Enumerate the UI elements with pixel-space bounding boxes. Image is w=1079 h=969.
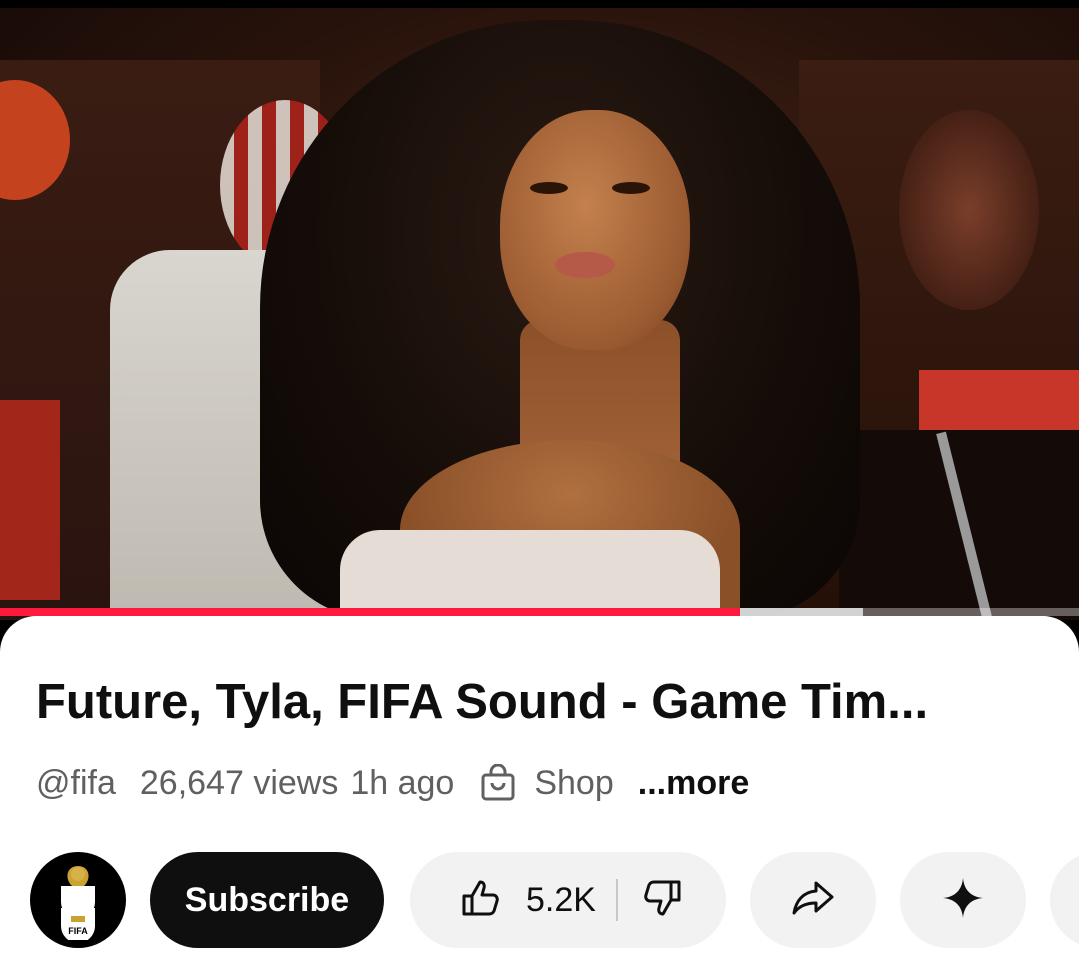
subscribe-button[interactable]: Subscribe [150, 852, 384, 948]
upload-age: 1h ago [350, 763, 455, 802]
video-figure-right [899, 110, 1039, 310]
video-subject-top [340, 530, 720, 620]
app-frame: Future, Tyla, FIFA Sound - Game Tim... @… [0, 0, 1079, 969]
video-subject-eye [612, 182, 650, 194]
more-description-link[interactable]: ...more [638, 764, 749, 803]
fifa-logo-icon: FIFA [61, 866, 95, 940]
sparkle-icon [941, 876, 985, 925]
shopping-bag-icon[interactable] [478, 763, 518, 803]
status-strip [0, 0, 1079, 8]
progress-played[interactable] [0, 608, 741, 616]
action-row: FIFA Subscribe 5.2K [0, 852, 1079, 948]
share-button[interactable] [750, 852, 876, 948]
shop-link[interactable]: Shop [534, 764, 613, 803]
dislike-button[interactable] [618, 852, 708, 948]
channel-avatar[interactable]: FIFA [30, 852, 126, 948]
more-actions-button[interactable] [1050, 852, 1079, 948]
video-subject-face [500, 110, 690, 350]
like-count: 5.2K [526, 880, 596, 919]
share-arrow-icon [790, 875, 836, 926]
svg-text:FIFA: FIFA [68, 926, 88, 936]
video-metadata-row[interactable]: @fifa 26,647 views 1h ago Shop ...more [36, 758, 749, 808]
video-subject-eye [530, 182, 568, 194]
like-dislike-group: 5.2K [410, 852, 726, 948]
video-red-garment [919, 370, 1079, 430]
thumbs-down-icon [641, 876, 685, 925]
view-count: 26,647 views [139, 763, 339, 802]
like-button[interactable]: 5.2K [428, 852, 616, 948]
video-info-panel: Future, Tyla, FIFA Sound - Game Tim... @… [0, 616, 1079, 969]
channel-handle[interactable]: @fifa [36, 764, 116, 803]
video-subject-lips [555, 252, 615, 278]
ask-ai-button[interactable] [900, 852, 1026, 948]
thumbs-up-icon [458, 876, 502, 925]
video-title[interactable]: Future, Tyla, FIFA Sound - Game Tim... [36, 672, 1046, 732]
video-player[interactable] [0, 0, 1079, 620]
video-red-cloth [0, 400, 60, 600]
